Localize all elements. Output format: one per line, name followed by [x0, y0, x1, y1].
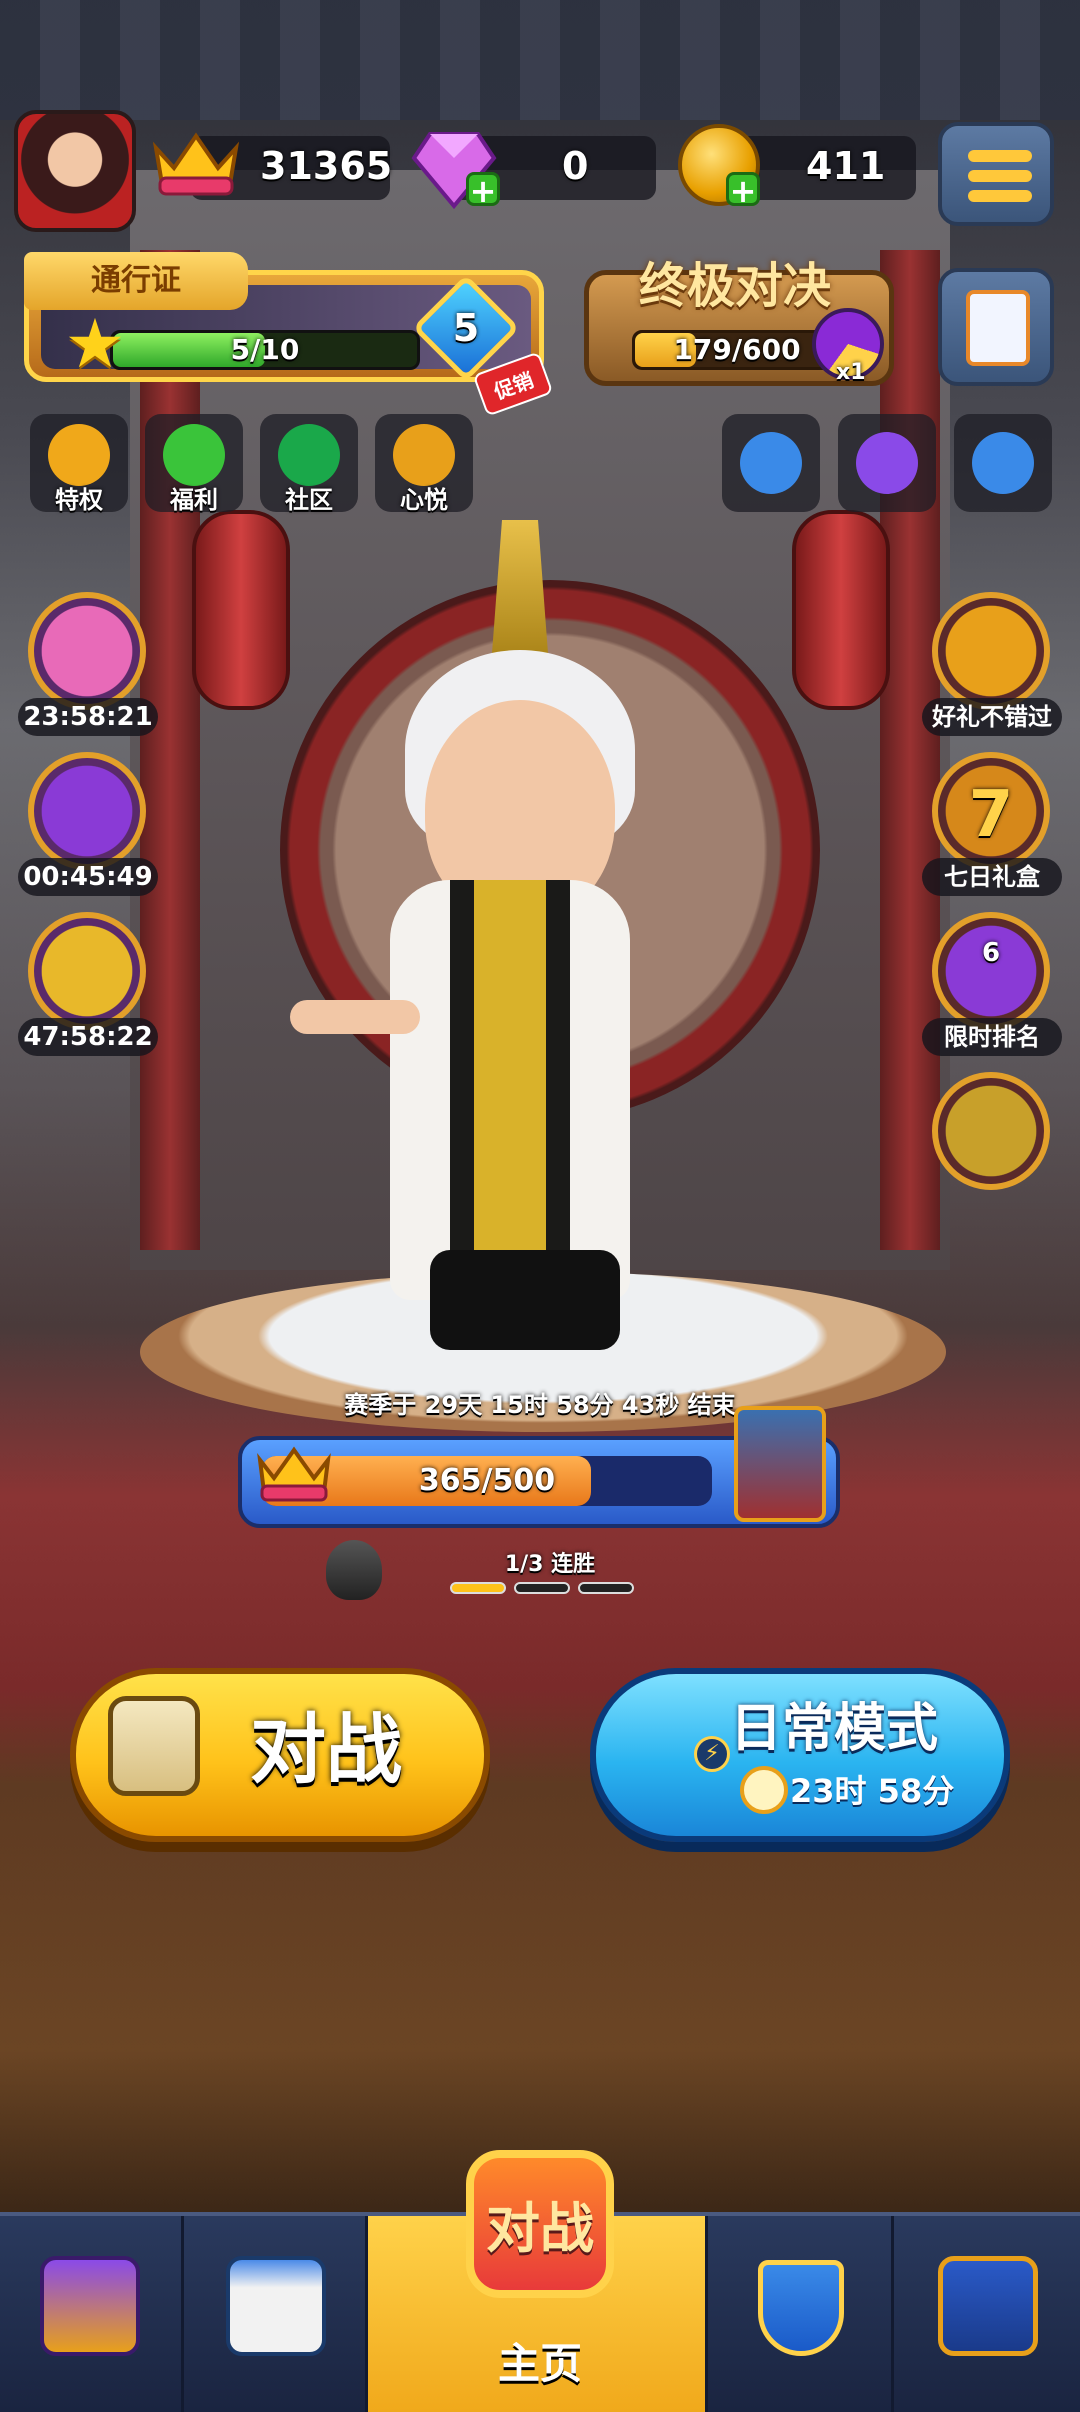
megaphone-icon[interactable]	[932, 592, 1050, 710]
quick-button-label: 特权	[55, 486, 103, 514]
ranking-stars-icon[interactable]: 6	[932, 912, 1050, 1030]
player-avatar[interactable]	[14, 110, 136, 232]
nav-collection[interactable]	[894, 2216, 1080, 2412]
battle-button-label: 对战	[250, 1705, 402, 1794]
duel-progress-text: 179/600	[673, 333, 801, 366]
event-badge-number: 6	[981, 938, 1001, 968]
event-label: 七日礼盒	[922, 858, 1062, 896]
streak-segment	[578, 1582, 634, 1594]
quick-button-label: 心悦	[400, 486, 448, 514]
event-label: 好礼不错过	[922, 698, 1062, 736]
friends-icon	[740, 432, 802, 494]
coin-count: 411	[806, 144, 886, 188]
event-badge-number: 7	[968, 778, 1014, 852]
collection-book-icon	[938, 2256, 1038, 2356]
shop-icon	[40, 2256, 140, 2356]
event-timer: 47:58:22	[18, 1018, 158, 1056]
nav-home-label: 主页	[497, 2339, 582, 2388]
xinyue-icon	[393, 424, 455, 486]
right-pillar	[880, 250, 940, 1250]
nav-events[interactable]	[184, 2216, 368, 2412]
hero-boots	[430, 1250, 620, 1350]
ultimate-duel-title: 终极对决	[638, 258, 831, 314]
nav-shop[interactable]	[0, 2216, 184, 2412]
trophy-icon[interactable]	[28, 912, 146, 1030]
crown-count: 31365	[260, 144, 393, 188]
streak-segment	[450, 1582, 506, 1594]
right-button-2[interactable]	[954, 414, 1052, 512]
wechat-icon	[163, 424, 225, 486]
event-timer: 23:58:21	[18, 698, 158, 736]
game-mode-title: 日常模式	[730, 1699, 939, 1759]
right-lantern	[792, 510, 890, 710]
streak-segment	[514, 1582, 570, 1594]
quick-button-label: 福利	[170, 486, 218, 514]
quick-button-label: 社区	[285, 486, 333, 514]
calendar-puzzle-icon	[226, 2256, 326, 2356]
hero-arm	[290, 1000, 420, 1034]
lightning-icon: ⚡	[694, 1736, 730, 1772]
calendar-icon[interactable]	[28, 752, 146, 870]
trophy-reward-card[interactable]	[734, 1406, 826, 1522]
pass-progress-text: 5/10	[230, 333, 300, 366]
roof-tiles	[0, 0, 1080, 120]
add-gems-button[interactable]: +	[466, 172, 500, 207]
trophy-progress-text: 365/500	[418, 1463, 556, 1498]
tasks-button[interactable]	[938, 268, 1054, 386]
mystery-box-icon	[856, 432, 918, 494]
seven-day-gift-icon[interactable]: 7	[932, 752, 1050, 870]
clipboard-icon	[966, 290, 1030, 366]
privilege-icon	[48, 424, 110, 486]
quick-button-2[interactable]: 社区	[260, 414, 358, 514]
gem-count: 0	[562, 144, 589, 188]
quick-button-0[interactable]: 特权	[30, 414, 128, 514]
star-icon: ★	[64, 305, 126, 384]
add-coins-button[interactable]: +	[726, 172, 760, 207]
game-mode-timer: 23时 58分	[790, 1772, 955, 1810]
duel-progress-bar: 179/600	[632, 330, 842, 370]
club-shield-icon	[758, 2260, 844, 2356]
win-streak-text: 1/3 连胜	[504, 1552, 596, 1577]
hero-robe[interactable]	[390, 880, 630, 1300]
rank-emblem-icon[interactable]	[932, 1072, 1050, 1190]
right-button-0[interactable]	[722, 414, 820, 512]
event-timer: 00:45:49	[18, 858, 158, 896]
menu-button[interactable]	[938, 122, 1054, 226]
pass-title: 通行证	[24, 252, 248, 310]
streak-flame-icon	[326, 1540, 382, 1600]
left-lantern	[192, 510, 290, 710]
nav-club[interactable]	[708, 2216, 894, 2412]
quick-button-3[interactable]: 心悦	[375, 414, 473, 514]
menu-icon	[968, 150, 1032, 162]
pass-progress-bar: 5/10	[110, 330, 420, 370]
pass-level-number: 5	[452, 306, 480, 350]
duel-multiplier: x1	[836, 360, 866, 385]
community-icon	[278, 424, 340, 486]
crown-icon	[152, 132, 240, 196]
season-countdown: 赛季于 29天 15时 58分 43秒 结束	[344, 1391, 736, 1419]
home-badge-text: 对战	[486, 2197, 594, 2260]
clock-icon	[740, 1766, 788, 1814]
octopus-icon[interactable]	[28, 592, 146, 710]
quick-button-1[interactable]: 福利	[145, 414, 243, 514]
event-label: 限时排名	[922, 1018, 1062, 1056]
right-button-1[interactable]	[838, 414, 936, 512]
leaderboard-icon	[972, 432, 1034, 494]
left-pillar	[140, 250, 200, 1250]
dice-icon	[108, 1696, 200, 1796]
